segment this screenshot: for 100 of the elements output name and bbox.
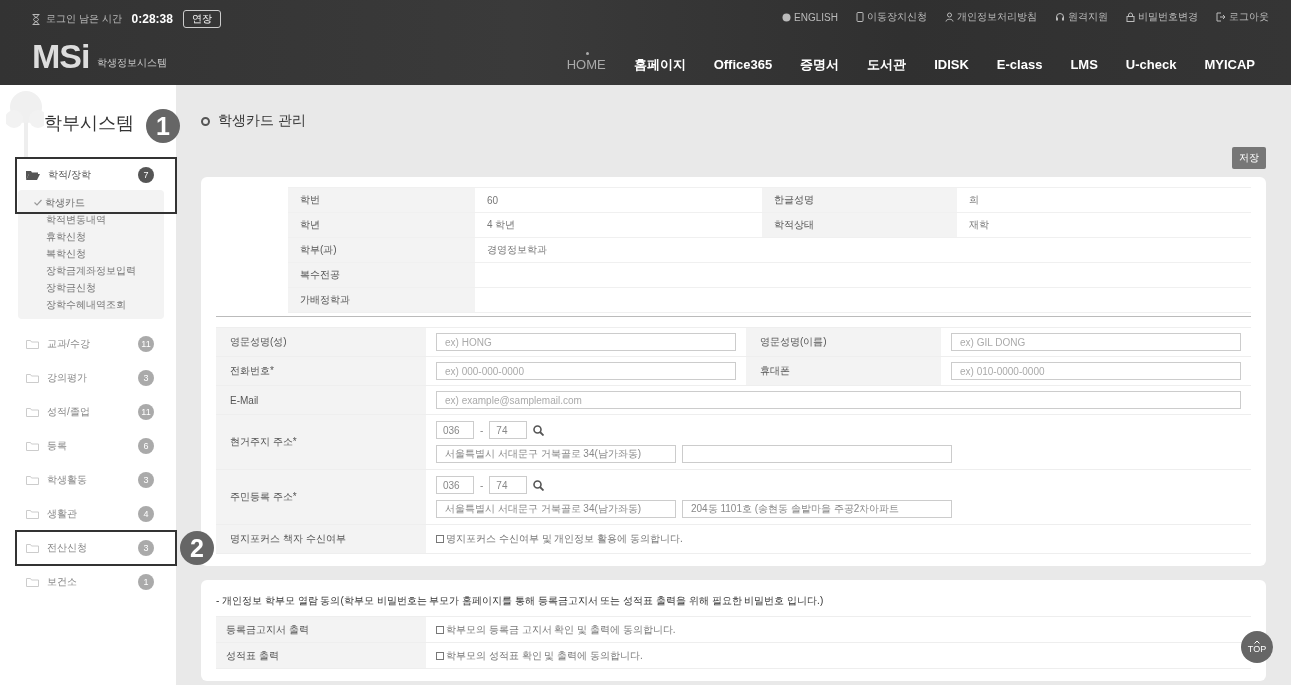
folder-icon: [26, 577, 39, 587]
text-field[interactable]: 74: [489, 421, 528, 439]
count-badge: 4: [138, 506, 154, 522]
nav-link[interactable]: 도서관: [853, 51, 921, 73]
section-label: 학적/장학: [48, 168, 92, 182]
section-label: 학생활동: [47, 473, 88, 487]
sidebar-section[interactable]: 성적/졸업 11: [0, 397, 176, 427]
field-label: 전화번호*: [216, 357, 426, 386]
sidebar-link[interactable]: 복학신청: [18, 245, 164, 262]
lock-icon: [1126, 12, 1135, 22]
checkbox[interactable]: [436, 625, 444, 634]
text-field[interactable]: 036: [436, 421, 474, 439]
sidebar-section[interactable]: 교과/수강 11: [0, 329, 176, 359]
nav-link[interactable]: E-class: [982, 51, 1057, 73]
nav-link[interactable]: U-check: [1111, 51, 1191, 73]
logo-subtitle: 학생정보시스템: [97, 56, 168, 70]
sidebar-link[interactable]: 장학금신청: [18, 279, 164, 296]
field-label: 성적표 출력: [216, 643, 426, 669]
checkbox[interactable]: [436, 651, 444, 660]
nav-link[interactable]: IDISK: [920, 51, 983, 73]
consent-notice: - 개인정보 학부모 열람 동의(학부모 비밀번호는 부모가 홈페이지를 통해 등록금고지서 또는 성적표 출력을 위해 필요한 비밀번호 입니다.): [216, 594, 825, 608]
logo: MSi: [32, 39, 90, 73]
hourglass-icon: [32, 13, 40, 25]
nav-link[interactable]: LMS: [1056, 51, 1112, 73]
field-label: 학부(과): [288, 238, 475, 263]
text-field[interactable]: ex) 010-0000-0000: [951, 362, 1241, 380]
text-field[interactable]: 74: [489, 476, 528, 494]
save-button[interactable]: 저장: [1232, 147, 1266, 169]
tree-drawing: [6, 89, 46, 159]
text-field[interactable]: ex) example@samplemail.com: [436, 391, 1241, 409]
sidebar-section[interactable]: 생활관 4: [0, 499, 176, 529]
check-icon: [34, 199, 42, 206]
search-icon[interactable]: [533, 424, 545, 436]
sidebar-section[interactable]: 강의평가 3: [0, 363, 176, 393]
section-label: 교과/수강: [47, 337, 91, 351]
utility-link[interactable]: ENGLISH: [782, 10, 838, 24]
session-timer-label: 로그인 남은 시간: [46, 12, 122, 26]
nav-link[interactable]: 증명서: [786, 51, 854, 73]
folder-icon: [26, 339, 39, 349]
scroll-top-button[interactable]: TOP: [1241, 631, 1273, 663]
session-timer: 0:28:38: [131, 12, 173, 26]
checkbox-option[interactable]: 학부모의 성적표 확인 및 출력에 동의합니다.: [436, 648, 643, 663]
text-field[interactable]: 036: [436, 476, 474, 494]
nav-link[interactable]: 홈페이지: [619, 51, 700, 73]
sidebar-section[interactable]: 전산신청 3: [0, 533, 176, 563]
section-label: 성적/졸업: [47, 405, 91, 419]
count-badge: 3: [138, 540, 154, 556]
extend-button[interactable]: 연장: [182, 10, 221, 28]
field-label: 복수전공: [288, 263, 475, 288]
field-label: 가배정학과: [288, 288, 475, 313]
sidebar-section[interactable]: 학생활동 3: [0, 465, 176, 495]
folder-icon: [26, 373, 39, 383]
sidebar-link[interactable]: 장학수혜내역조회: [18, 296, 164, 313]
folder-icon: [26, 509, 39, 519]
field-label: 영문성명(이름): [746, 328, 941, 357]
field-label: 휴대폰: [746, 357, 941, 386]
nav-link[interactable]: MYICAP: [1190, 51, 1269, 73]
section-label: 강의평가: [47, 371, 88, 385]
section-label: 등록: [47, 439, 68, 453]
count-badge: 6: [138, 438, 154, 454]
folder-icon: [26, 543, 39, 553]
text-field[interactable]: 204동 1101호 (송현동 솔밭마을 주공2차아파트: [682, 500, 952, 518]
sidebar-title: 학부시스템: [44, 111, 134, 134]
folder-icon: [26, 475, 39, 485]
checkbox-option[interactable]: 학부모의 등록금 고지서 확인 및 출력에 동의합니다.: [436, 622, 676, 637]
sidebar-section[interactable]: 학적/장학 7: [0, 160, 176, 190]
nav-link[interactable]: HOME: [552, 51, 620, 73]
field-label: 학년: [288, 213, 475, 238]
sidebar-section[interactable]: 등록 6: [0, 431, 176, 461]
field-label: 주민등록 주소*: [216, 470, 426, 525]
utility-link[interactable]: 비밀번호변경: [1126, 10, 1198, 24]
field-value: 재학: [957, 213, 1251, 238]
checkbox-option[interactable]: 명지포커스 수신여부 및 개인정보 활용에 동의합니다.: [436, 532, 683, 546]
utility-link[interactable]: 로그아웃: [1216, 10, 1269, 24]
utility-link[interactable]: 원격지원: [1055, 10, 1108, 24]
text-field[interactable]: [682, 445, 952, 463]
text-field[interactable]: ex) HONG: [436, 333, 736, 351]
utility-link[interactable]: 개인정보처리방침: [945, 10, 1037, 24]
sidebar-section[interactable]: 보건소 1: [0, 567, 176, 597]
field-label: 현거주지 주소*: [216, 415, 426, 470]
person-icon: [945, 12, 954, 22]
text-field[interactable]: 서울특별시 서대문구 거북골로 34(남가좌동): [436, 500, 676, 518]
sidebar-link[interactable]: 휴학신청: [18, 228, 164, 245]
count-badge: 11: [138, 336, 154, 352]
field-value: 4 학년: [475, 213, 762, 238]
utility-link[interactable]: 이동장치신청: [856, 10, 927, 24]
search-icon[interactable]: [533, 479, 545, 491]
checkbox[interactable]: [436, 535, 444, 543]
field-value: 60: [475, 188, 762, 213]
text-field[interactable]: ex) GIL DONG: [951, 333, 1241, 351]
text-field[interactable]: 서울특별시 서대문구 거북골로 34(남가좌동): [436, 445, 676, 463]
text-field[interactable]: ex) 000-000-0000: [436, 362, 736, 380]
sidebar-link[interactable]: 장학금계좌정보입력: [18, 262, 164, 279]
nav-link[interactable]: Office365: [699, 51, 787, 73]
sidebar-link[interactable]: 학생카드: [18, 194, 164, 211]
field-label: 영문성명(성): [216, 328, 426, 357]
field-label: 학적상태: [762, 213, 957, 238]
folder-icon: [26, 407, 39, 417]
count-badge: 3: [138, 472, 154, 488]
sidebar-link[interactable]: 학적변동내역: [18, 211, 164, 228]
